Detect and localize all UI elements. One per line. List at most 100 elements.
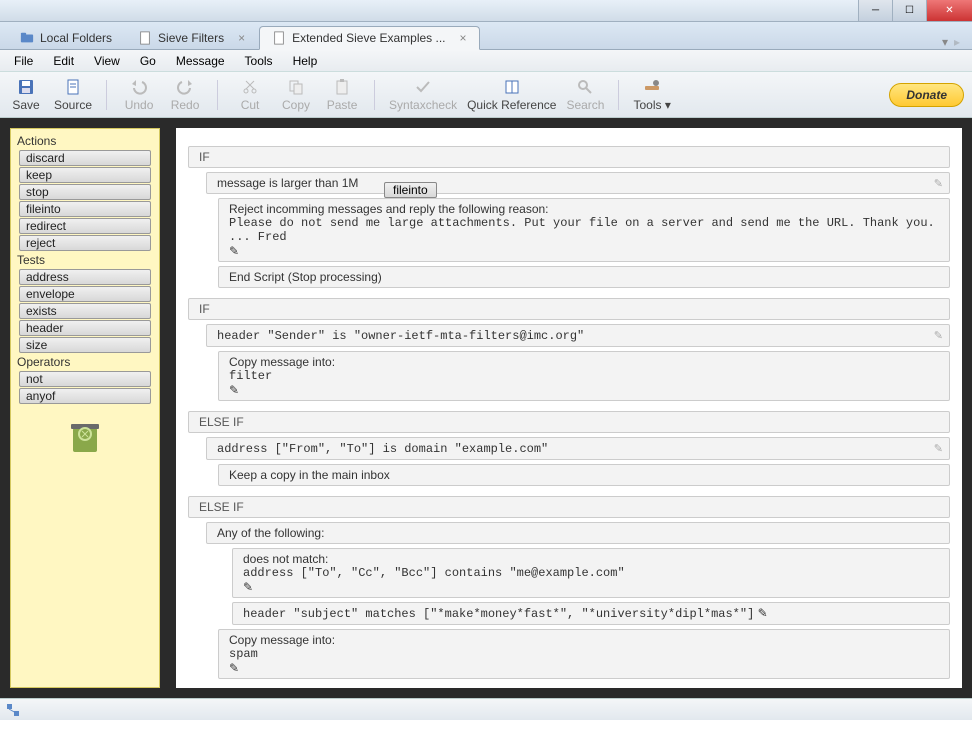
window-maximize-button[interactable]: ☐ (892, 0, 926, 21)
status-bar (0, 698, 972, 720)
condition-text: message is larger than 1M (217, 176, 358, 190)
menu-edit[interactable]: Edit (45, 52, 82, 70)
sidebar-heading-operators: Operators (15, 354, 155, 370)
block-header-elseif[interactable]: ELSE IF (188, 411, 950, 433)
action-row[interactable]: Copy message into: spam ✎ (218, 629, 950, 679)
condition-row[interactable]: Any of the following: (206, 522, 950, 544)
cut-button[interactable]: Cut (232, 78, 268, 112)
donate-button[interactable]: Donate (889, 83, 964, 107)
window-minimize-button[interactable]: ─ (858, 0, 892, 21)
palette-item-stop[interactable]: stop (19, 184, 151, 200)
action-row[interactable]: End Script (Stop processing) (218, 266, 950, 288)
tab-local-folders[interactable]: Local Folders (8, 27, 124, 49)
toolbar-label: Cut (241, 98, 260, 112)
block-header-elseif[interactable]: ELSE IF (188, 496, 950, 518)
toolbar-label: Save (12, 98, 39, 112)
toolbar-label: Source (54, 98, 92, 112)
trash-icon[interactable] (65, 416, 105, 456)
drag-ghost-chip[interactable]: fileinto (384, 182, 437, 198)
action-row[interactable]: Keep a copy in the main inbox (218, 464, 950, 486)
pencil-icon[interactable]: ✎ (229, 661, 239, 675)
pencil-icon[interactable]: ✎ (229, 244, 239, 258)
palette-item-fileinto[interactable]: fileinto (19, 201, 151, 217)
menu-tools[interactable]: Tools (237, 52, 281, 70)
tab-close-icon[interactable]: × (238, 31, 245, 45)
menu-message[interactable]: Message (168, 52, 233, 70)
rule-block: ELSE IF address ["From", "To"] is domain… (188, 411, 950, 486)
palette-item-reject[interactable]: reject (19, 235, 151, 251)
toolbar-separator (217, 80, 218, 110)
action-title: Copy message into: (229, 355, 939, 369)
editor-canvas[interactable]: fileinto IF message is larger than 1M ✎ … (176, 128, 962, 688)
sidebar-heading-tests: Tests (15, 252, 155, 268)
palette-item-header[interactable]: header (19, 320, 151, 336)
scroll-right-icon[interactable]: ▸ (954, 35, 960, 49)
condition-row[interactable]: address ["From", "To"] is domain "exampl… (206, 437, 950, 460)
quick-reference-button[interactable]: Quick Reference (467, 78, 556, 112)
sidebar-palette: Actions discard keep stop fileinto redir… (10, 128, 160, 688)
search-button[interactable]: Search (566, 78, 604, 112)
palette-item-discard[interactable]: discard (19, 150, 151, 166)
toolbar-label: Redo (171, 98, 200, 112)
action-body: Please do not send me large attachments.… (229, 216, 939, 244)
window-chrome: ─ ☐ ✕ (0, 0, 972, 22)
pencil-icon[interactable]: ✎ (934, 442, 943, 455)
palette-item-keep[interactable]: keep (19, 167, 151, 183)
condition-text: Any of the following: (217, 526, 324, 540)
menu-go[interactable]: Go (132, 52, 164, 70)
block-header-if[interactable]: IF (188, 146, 950, 168)
action-row[interactable]: Copy message into: filter ✎ (218, 351, 950, 401)
redo-icon (176, 78, 194, 96)
action-text: Keep a copy in the main inbox (229, 468, 390, 482)
action-title: Copy message into: (229, 633, 939, 647)
save-button[interactable]: Save (8, 78, 44, 112)
action-row[interactable]: Reject incomming messages and reply the … (218, 198, 950, 262)
chevron-down-icon[interactable]: ▾ (942, 35, 948, 49)
pencil-icon[interactable]: ✎ (758, 606, 768, 620)
sub-condition-row[interactable]: header "subject" matches ["*make*money*f… (232, 602, 950, 625)
main-area: Actions discard keep stop fileinto redir… (0, 118, 972, 698)
undo-button[interactable]: Undo (121, 78, 157, 112)
sub-condition-row[interactable]: does not match: address ["To", "Cc", "Bc… (232, 548, 950, 598)
tab-extended-examples[interactable]: Extended Sieve Examples ... × (259, 26, 479, 50)
pencil-icon[interactable]: ✎ (934, 329, 943, 342)
condition-row[interactable]: header "Sender" is "owner-ietf-mta-filte… (206, 324, 950, 347)
tools-icon (643, 78, 661, 96)
redo-button[interactable]: Redo (167, 78, 203, 112)
action-body: spam (229, 647, 939, 661)
undo-icon (130, 78, 148, 96)
condition-row[interactable]: message is larger than 1M ✎ (206, 172, 950, 194)
pencil-icon[interactable]: ✎ (934, 177, 943, 190)
palette-item-exists[interactable]: exists (19, 303, 151, 319)
action-body: filter (229, 369, 939, 383)
menu-file[interactable]: File (6, 52, 41, 70)
pencil-icon[interactable]: ✎ (229, 383, 239, 397)
menu-bar: File Edit View Go Message Tools Help (0, 50, 972, 72)
tab-sieve-filters[interactable]: Sieve Filters × (126, 27, 257, 49)
palette-item-not[interactable]: not (19, 371, 151, 387)
menu-view[interactable]: View (86, 52, 128, 70)
folder-icon (20, 31, 34, 45)
palette-item-anyof[interactable]: anyof (19, 388, 151, 404)
window-close-button[interactable]: ✕ (926, 0, 972, 21)
save-icon (17, 78, 35, 96)
tools-dropdown-button[interactable]: Tools ▾ (633, 78, 670, 112)
book-icon (503, 78, 521, 96)
tab-label: Local Folders (40, 31, 112, 45)
palette-item-address[interactable]: address (19, 269, 151, 285)
toolbar-label: Syntaxcheck (389, 98, 457, 112)
syntaxcheck-button[interactable]: Syntaxcheck (389, 78, 457, 112)
copy-button[interactable]: Copy (278, 78, 314, 112)
menu-help[interactable]: Help (285, 52, 326, 70)
status-network-icon[interactable] (6, 703, 20, 717)
palette-item-redirect[interactable]: redirect (19, 218, 151, 234)
pencil-icon[interactable]: ✎ (243, 580, 253, 594)
source-button[interactable]: Source (54, 78, 92, 112)
toolbar-separator (618, 80, 619, 110)
palette-item-envelope[interactable]: envelope (19, 286, 151, 302)
block-header-if[interactable]: IF (188, 298, 950, 320)
paste-button[interactable]: Paste (324, 78, 360, 112)
tab-close-icon[interactable]: × (460, 31, 467, 45)
document-icon (138, 31, 152, 45)
palette-item-size[interactable]: size (19, 337, 151, 353)
